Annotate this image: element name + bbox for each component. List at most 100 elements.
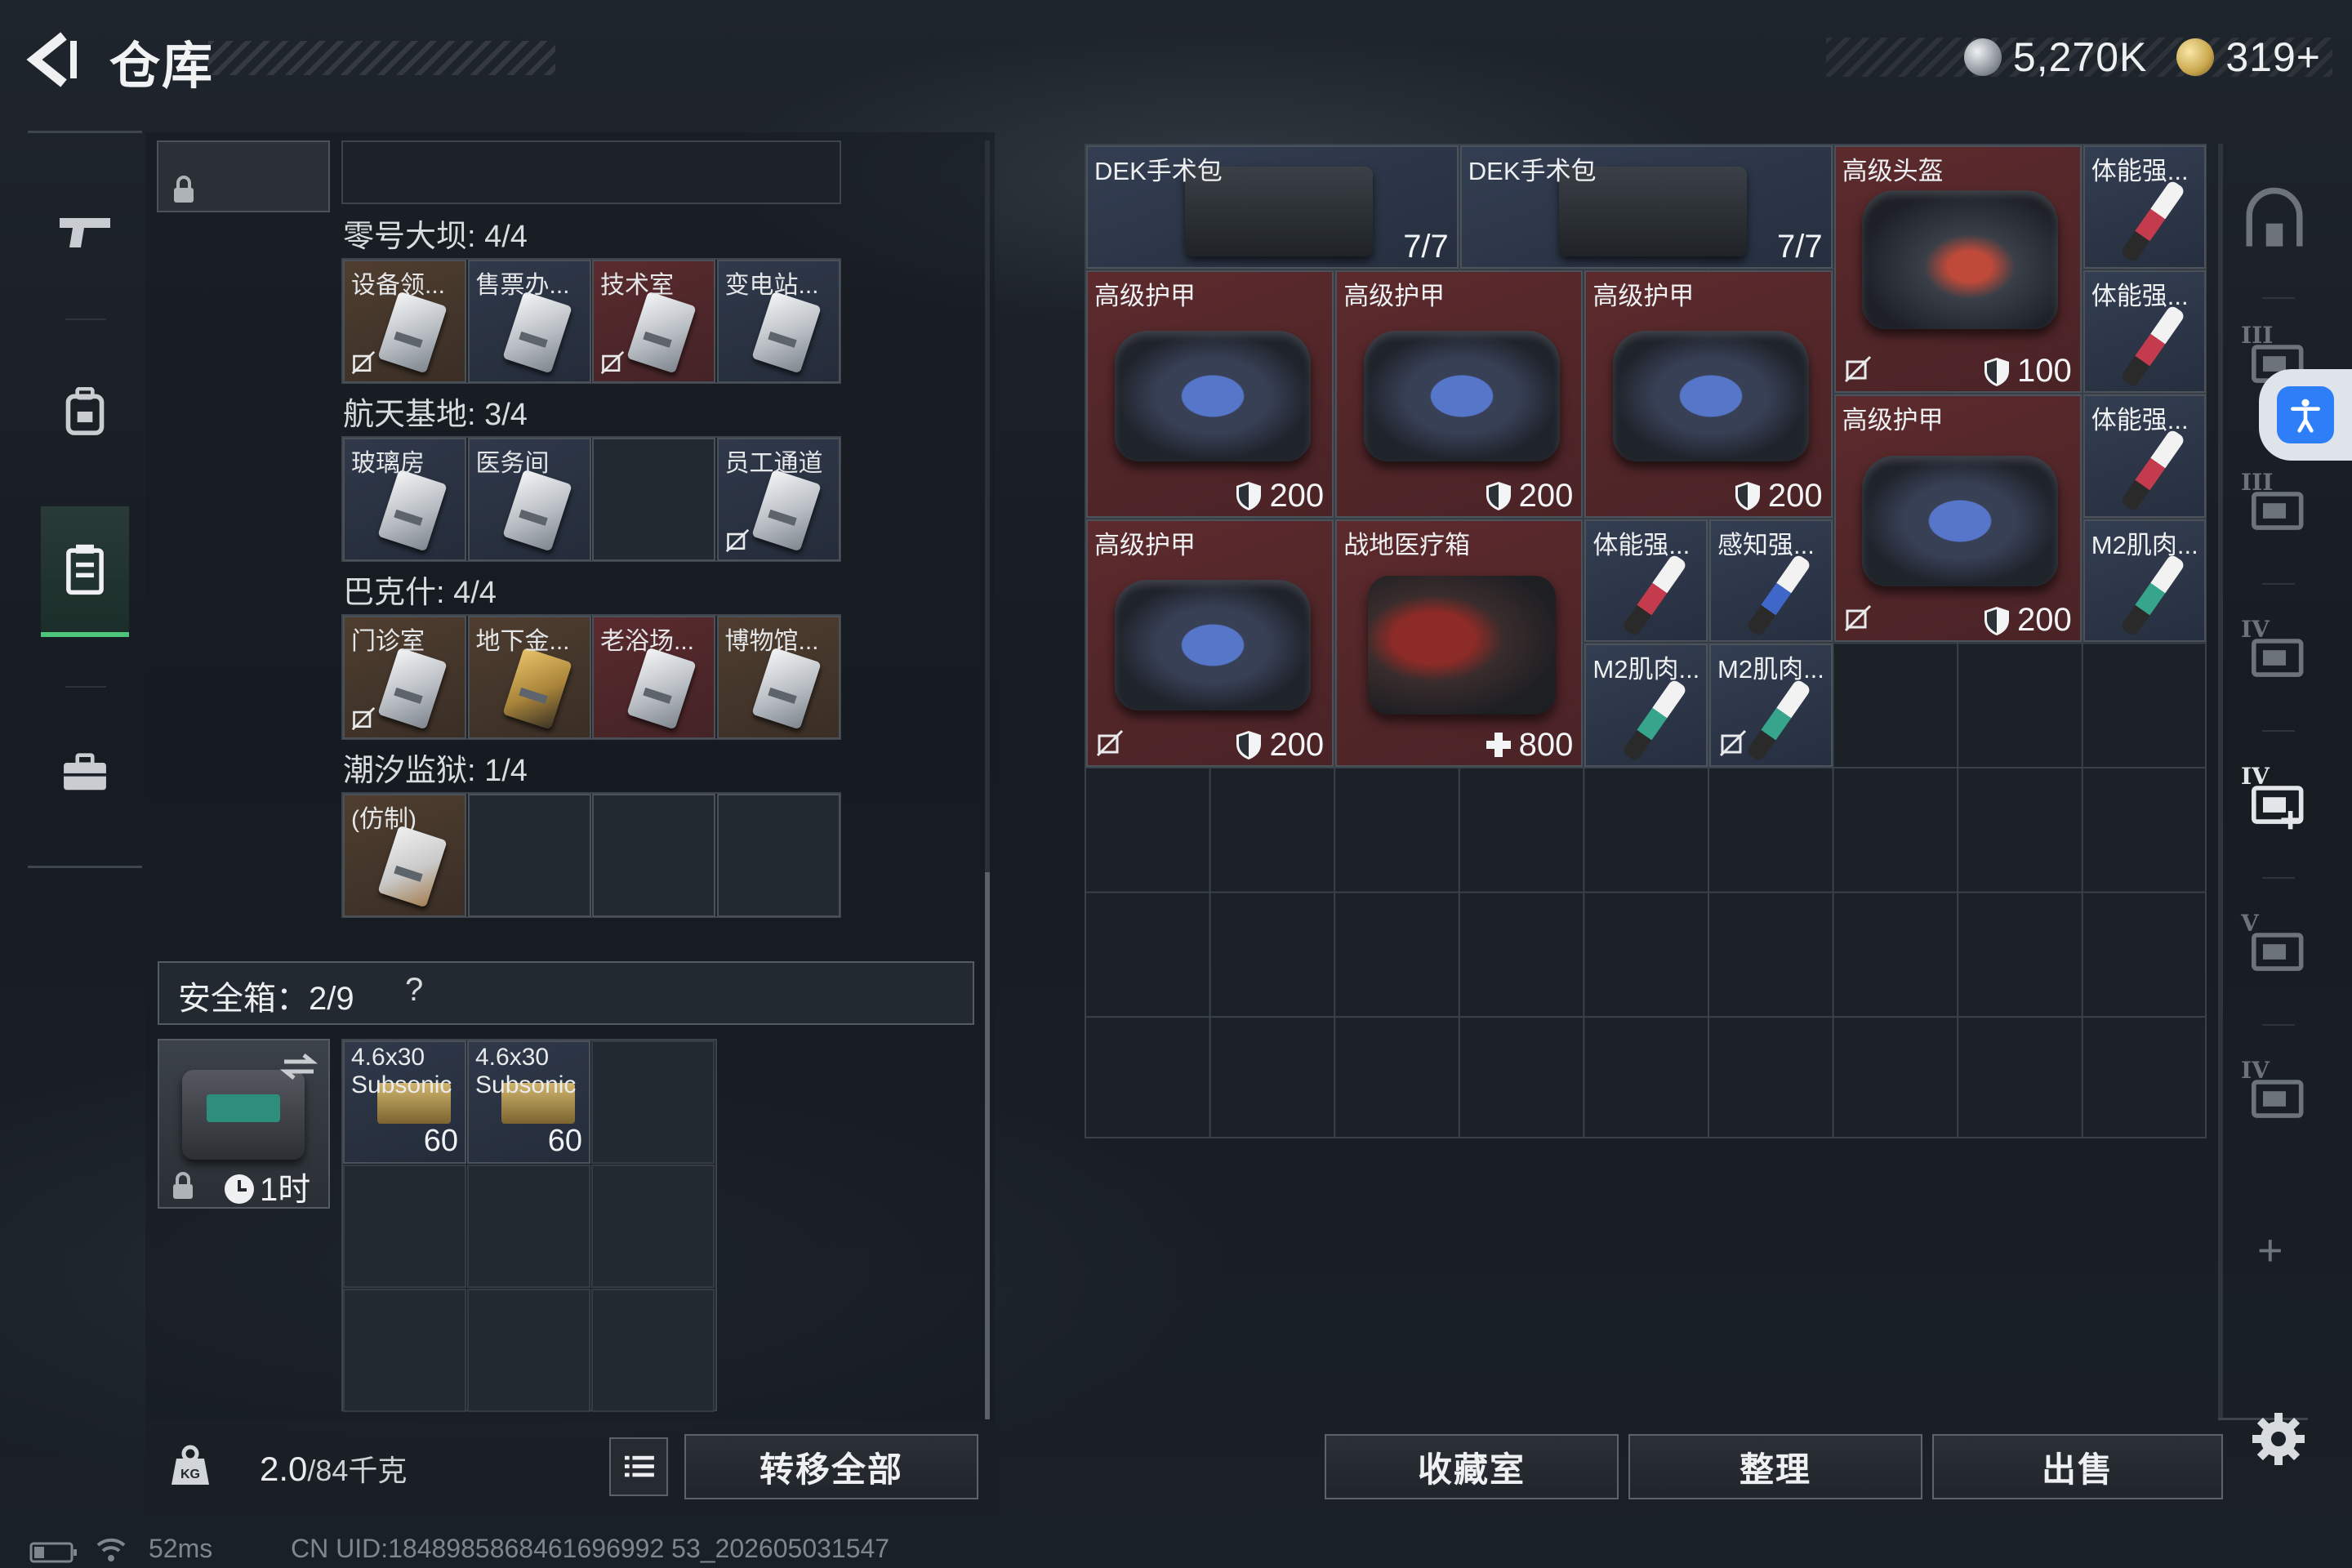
ammo-item[interactable]: 4.6x30 Subsonic 60 xyxy=(343,1040,466,1164)
empty-safe-slot[interactable] xyxy=(343,1289,466,1412)
empty-key-slot[interactable] xyxy=(592,438,715,561)
sidebar-item-weapons[interactable] xyxy=(41,167,129,297)
no-drop-icon xyxy=(1844,356,1871,383)
storage-tab[interactable]: IV xyxy=(2238,763,2311,836)
storage-tab-separator xyxy=(2262,1024,2295,1026)
keycard-item[interactable]: 医务间 xyxy=(467,438,591,561)
empty-key-slot[interactable] xyxy=(467,794,591,917)
storage-item-value: 800 xyxy=(1485,726,1574,764)
storage-item-value-text: 100 xyxy=(2017,353,2072,390)
storage-item[interactable]: 高级护甲 200 xyxy=(1833,394,2082,643)
empty-key-slot[interactable] xyxy=(592,794,715,917)
storage-item[interactable]: DEK手术包 7/7 xyxy=(1086,145,1459,269)
list-view-button[interactable] xyxy=(609,1437,668,1496)
keycard-item[interactable]: 地下金... xyxy=(467,616,591,739)
safe-case-help-icon[interactable]: ? xyxy=(405,972,423,1009)
storage-item[interactable]: 高级护甲 200 xyxy=(1584,270,1833,518)
storage-item[interactable]: 高级头盔 100 xyxy=(1833,145,2082,394)
lock-icon xyxy=(174,176,194,203)
weight-kg-icon: KG xyxy=(172,1445,209,1485)
keycard-scroll-track[interactable] xyxy=(985,140,990,872)
storage-tab-separator xyxy=(2262,583,2295,585)
shield-icon xyxy=(1486,482,1511,511)
storage-tier-label: V xyxy=(2241,910,2259,937)
storage-tab-separator xyxy=(2262,297,2295,299)
safe-case-timer: 1时 xyxy=(260,1172,311,1208)
storage-tab[interactable]: V xyxy=(2238,910,2311,983)
storage-tab-separator xyxy=(2262,877,2295,879)
empty-safe-slot[interactable] xyxy=(591,1165,715,1288)
syringe-icon xyxy=(2119,179,2186,264)
keycard-item[interactable]: 玻璃房 xyxy=(343,438,466,561)
storage-tab[interactable]: IV xyxy=(2238,616,2311,689)
storage-item-name: 战地医疗箱 xyxy=(1343,530,1471,559)
keycard-item[interactable]: 售票办... xyxy=(467,260,591,383)
keycard-icon xyxy=(501,469,572,552)
keycard-name: 设备领... xyxy=(351,272,446,299)
storage-item-name: 高级护甲 xyxy=(1592,281,1695,310)
keycard-item[interactable]: 变电站... xyxy=(716,260,840,383)
ammo-name: 4.6x30 Subsonic xyxy=(475,1044,577,1098)
keycard-icon xyxy=(377,469,448,552)
storage-item[interactable]: 体能强... xyxy=(2082,270,2207,394)
storage-item[interactable]: 感知强... xyxy=(1709,519,1833,643)
collection-room-button[interactable]: 收藏室 xyxy=(1325,1434,1619,1499)
storage-arch-icon xyxy=(2246,187,2303,247)
storage-item[interactable]: M2肌肉... xyxy=(1584,644,1708,767)
keycard-item[interactable]: 博物馆... xyxy=(716,616,840,739)
empty-safe-slot[interactable] xyxy=(591,1040,715,1164)
settings-button[interactable] xyxy=(2249,1410,2308,1468)
storage-tab[interactable] xyxy=(2238,183,2311,256)
storage-item[interactable]: DEK手术包 7/7 xyxy=(1459,145,1833,269)
empty-safe-slot[interactable] xyxy=(467,1165,590,1288)
sidebar-item-gear[interactable] xyxy=(41,707,129,838)
storage-tab[interactable]: III xyxy=(2238,469,2311,542)
sort-button[interactable]: 整理 xyxy=(1628,1434,1922,1499)
gear-icon xyxy=(2252,1413,2305,1465)
storage-item[interactable]: 高级护甲 200 xyxy=(1335,270,1584,518)
ammo-item[interactable]: 4.6x30 Subsonic 60 xyxy=(467,1040,590,1164)
key-section-label: 零号大坝: 4/4 xyxy=(343,220,528,254)
empty-safe-slot[interactable] xyxy=(343,1165,466,1288)
gold-coin-icon xyxy=(2176,38,2215,76)
storage-item-value: 200 xyxy=(1734,478,1823,514)
storage-item-name: 高级护甲 xyxy=(1343,281,1446,310)
storage-item-value-text: 800 xyxy=(1518,726,1574,763)
empty-key-slot[interactable] xyxy=(716,794,840,917)
swap-icon[interactable] xyxy=(279,1050,318,1083)
empty-safe-slot[interactable] xyxy=(591,1289,715,1412)
keycard-item[interactable]: 设备领... xyxy=(343,260,466,383)
partial-item-slot[interactable] xyxy=(157,140,330,212)
keycard-scrollbar[interactable] xyxy=(985,872,990,1419)
accessibility-button[interactable] xyxy=(2259,369,2352,461)
sell-button[interactable]: 出售 xyxy=(1932,1434,2223,1499)
keycard-name: 员工通道 xyxy=(724,450,823,477)
empty-safe-slot[interactable] xyxy=(467,1289,590,1412)
storage-item[interactable]: 战地医疗箱 800 xyxy=(1335,519,1584,767)
armor-vest-icon xyxy=(1114,331,1311,462)
storage-item[interactable]: 高级护甲 200 xyxy=(1086,519,1334,767)
storage-item[interactable]: M2肌肉... xyxy=(2082,519,2207,643)
keycard-item[interactable]: 老浴场... xyxy=(592,616,715,739)
storage-item[interactable]: 体能强... xyxy=(2082,394,2207,518)
storage-item-value: 7/7 xyxy=(1403,229,1449,265)
storage-item[interactable]: 体能强... xyxy=(1584,519,1708,643)
storage-item[interactable]: 高级护甲 200 xyxy=(1086,270,1334,518)
storage-tier-label: III xyxy=(2241,469,2274,496)
keycard-item[interactable]: 门诊室 xyxy=(343,616,466,739)
keycard-item[interactable]: (仿制) xyxy=(343,794,466,917)
storage-item-name: 感知强... xyxy=(1717,530,1815,559)
storage-item[interactable]: 体能强... xyxy=(2082,145,2207,269)
gold-coin-amount[interactable]: 319+ xyxy=(2225,33,2321,81)
storage-tab[interactable]: IV xyxy=(2238,1057,2311,1130)
storage-scrollbar[interactable] xyxy=(2218,144,2223,1418)
sidebar-item-backpack[interactable] xyxy=(41,346,129,477)
storage-item[interactable]: M2肌肉... xyxy=(1709,644,1833,767)
transfer-all-button[interactable]: 转移全部 xyxy=(684,1434,978,1499)
add-storage-button[interactable]: + xyxy=(2257,1225,2283,1276)
back-button[interactable] xyxy=(24,29,82,90)
keycard-icon xyxy=(626,647,697,730)
keycard-item[interactable]: 技术室 xyxy=(592,260,715,383)
keycard-item[interactable]: 员工通道 xyxy=(716,438,840,561)
sidebar-item-keys[interactable] xyxy=(41,506,129,637)
